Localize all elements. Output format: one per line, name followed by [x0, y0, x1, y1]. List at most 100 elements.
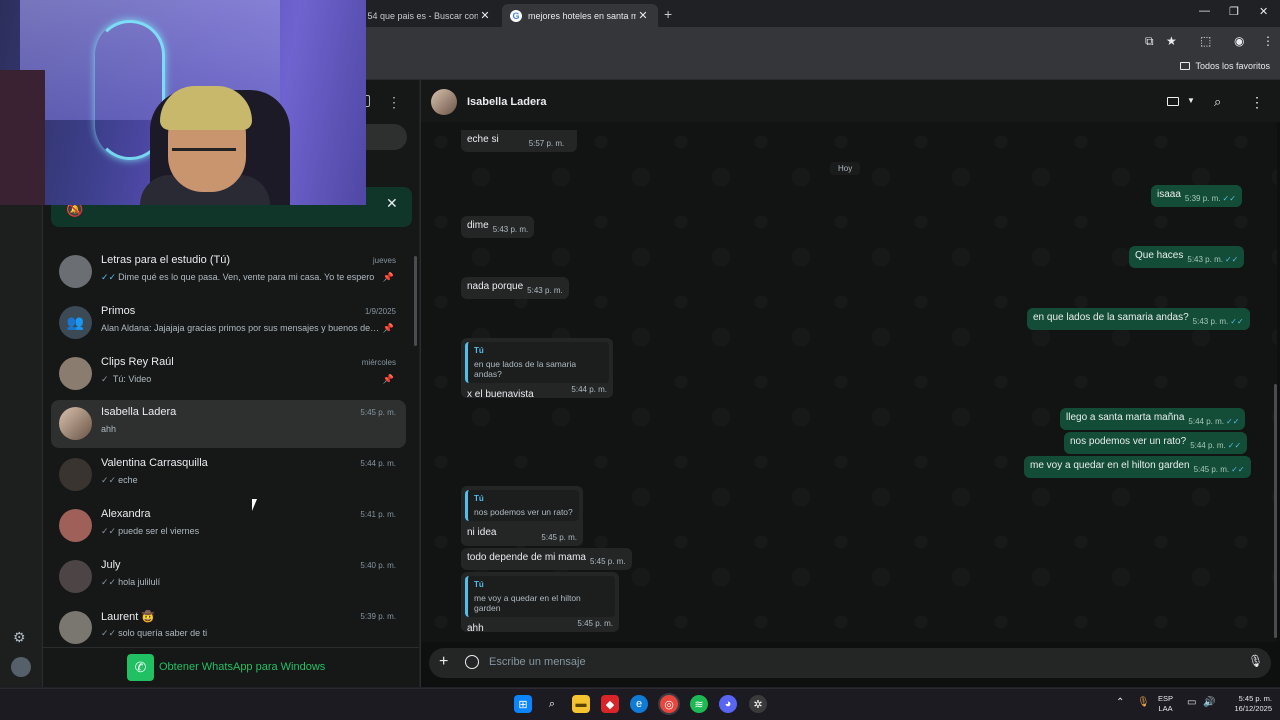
- message-time: 5:45 p. m.: [1193, 465, 1230, 474]
- settings-gear-icon[interactable]: ⚙: [13, 629, 26, 646]
- message-incoming[interactable]: dime 5:43 p. m.: [461, 216, 535, 238]
- whatsapp-logo-icon[interactable]: ✆: [127, 654, 154, 681]
- close-icon[interactable]: ✕: [636, 9, 650, 22]
- chat-name: Valentina Carrasquilla: [101, 457, 208, 469]
- microphone-tray-icon[interactable]: 🎙: [1137, 697, 1150, 708]
- preview-text: Dime qué es lo que pasa. Ven, vente para…: [118, 272, 375, 282]
- network-icon[interactable]: ▭: [1187, 697, 1196, 708]
- contact-name[interactable]: Isabella Ladera: [467, 96, 547, 108]
- read-ticks-icon: ✓✓: [1224, 255, 1239, 264]
- chat-name: Letras para el estudio (Tú): [101, 254, 231, 266]
- restore-icon[interactable]: ❐: [1229, 5, 1239, 18]
- message-outgoing[interactable]: isaaa 5:39 p. m. ✓✓: [1151, 185, 1242, 207]
- language-indicator[interactable]: ESP LAA: [1158, 694, 1173, 714]
- profile-avatar[interactable]: [11, 657, 31, 677]
- taskbar-search-icon[interactable]: ⌕: [543, 695, 561, 713]
- video-call-icon[interactable]: [1167, 97, 1179, 106]
- banner-close-icon[interactable]: ✕: [386, 195, 398, 212]
- message-input[interactable]: Escribe un mensaje: [489, 656, 586, 668]
- chat-row[interactable]: 👥 Primos 1/9/2025 Alan Aldana: Jajajaja …: [51, 299, 406, 347]
- chat-time: 5:44 p. m.: [360, 459, 396, 468]
- minimize-icon[interactable]: —: [1199, 5, 1210, 17]
- chat-list-scrollbar[interactable]: [414, 256, 417, 346]
- screen: mas 54 que pais es - Buscar con ✕ G mejo…: [0, 0, 1280, 720]
- spotify-icon[interactable]: ≋: [690, 695, 708, 713]
- get-whatsapp-link[interactable]: Obtener WhatsApp para Windows: [159, 661, 325, 673]
- read-ticks-icon: ✓✓: [1225, 417, 1240, 426]
- message-text: dime: [467, 220, 489, 231]
- chat-preview: ✓✓ puede ser el viernes: [101, 526, 381, 537]
- chat-preview: ahh: [101, 424, 117, 434]
- profile-icon[interactable]: ◉: [1234, 34, 1244, 48]
- folder-icon: [1180, 62, 1191, 70]
- message-text: todo depende de mi mama: [467, 552, 586, 563]
- chat-row[interactable]: Laurent 🤠 5:39 p. m. ✓✓ solo quería saber…: [51, 604, 406, 644]
- emoji-sticker-icon[interactable]: [465, 655, 479, 669]
- chat-row-selected[interactable]: Isabella Ladera 5:45 p. m. ahh: [51, 400, 406, 448]
- attach-plus-icon[interactable]: +: [439, 653, 448, 671]
- bookmark-star-icon[interactable]: ★: [1166, 34, 1177, 48]
- message-outgoing[interactable]: me voy a quedar en el hilton garden 5:45 …: [1024, 456, 1251, 478]
- tab-title: mas 54 que pais es - Buscar con: [348, 10, 478, 21]
- browser-menu-icon[interactable]: ⋮: [1262, 34, 1274, 48]
- mouse-cursor-icon: [252, 499, 257, 511]
- webcam-overlay: [0, 0, 366, 205]
- chevron-up-icon[interactable]: ⌃: [1116, 697, 1124, 708]
- chevron-down-icon[interactable]: ▼: [1187, 96, 1195, 105]
- install-app-icon[interactable]: ⧉: [1145, 34, 1154, 49]
- app-gear-icon[interactable]: ✲: [749, 695, 767, 713]
- message-outgoing[interactable]: llego a santa marta mañna 5:44 p. m. ✓✓: [1060, 408, 1246, 430]
- message-outgoing[interactable]: Que haces 5:43 p. m. ✓✓: [1129, 246, 1245, 268]
- chrome-browser-icon[interactable]: ◎: [660, 695, 678, 713]
- message-time: 5:57 p. m.: [528, 139, 565, 148]
- chat-row[interactable]: Alexandra 5:41 p. m. ✓✓ puede ser el vier…: [51, 502, 406, 550]
- preview-text: hola julilulí: [118, 577, 161, 587]
- google-icon: G: [510, 9, 522, 22]
- message-incoming[interactable]: eche si 5:57 p. m.: [461, 130, 577, 152]
- message-incoming-reply[interactable]: Tú me voy a quedar en el hilton garden a…: [461, 572, 619, 634]
- language-code: ESP: [1158, 694, 1174, 703]
- message-incoming-reply[interactable]: Tú en que lados de la samaria andas? x e…: [461, 338, 613, 400]
- conversation-menu-icon[interactable]: ⋮: [1250, 94, 1264, 111]
- quoted-message[interactable]: Tú nos podemos ver un rato?: [465, 490, 579, 521]
- file-explorer-icon[interactable]: ▬: [572, 695, 590, 713]
- conversation-header[interactable]: [421, 80, 1280, 122]
- message-text: Que haces: [1135, 250, 1184, 261]
- read-ticks-icon: ✓✓: [101, 526, 117, 536]
- app-red-icon[interactable]: ◆: [601, 695, 619, 713]
- chat-list-menu-icon[interactable]: ⋮: [387, 94, 401, 111]
- window-close-icon[interactable]: ✕: [1259, 5, 1268, 18]
- chat-preview: ✓✓ eche: [101, 475, 381, 486]
- taskbar-clock[interactable]: 5:45 p. m. 16/12/2025: [1222, 694, 1272, 714]
- avatar: [59, 407, 92, 440]
- browser-tab-hotels[interactable]: G mejores hoteles en santa marta ✕: [502, 4, 658, 27]
- windows-start-icon[interactable]: ⊞: [514, 695, 532, 713]
- chat-name: Primos: [101, 305, 136, 317]
- discord-icon[interactable]: ◕: [719, 695, 737, 713]
- quoted-message[interactable]: Tú en que lados de la samaria andas?: [465, 342, 609, 383]
- chat-row[interactable]: Letras para el estudio (Tú) jueves ✓✓ Dim…: [51, 248, 406, 296]
- chat-row[interactable]: Valentina Carrasquilla 5:44 p. m. ✓✓ eche: [51, 451, 406, 499]
- message-incoming[interactable]: todo depende de mi mama 5:45 p. m.: [461, 548, 632, 570]
- new-tab-button[interactable]: +: [664, 6, 672, 22]
- extensions-icon[interactable]: ⬚: [1200, 34, 1211, 48]
- message-outgoing[interactable]: en que lados de la samaria andas? 5:43 p.…: [1027, 308, 1250, 330]
- edge-browser-icon[interactable]: e: [630, 695, 648, 713]
- chat-preview: ✓✓ Dime qué es lo que pasa. Ven, vente pa…: [101, 272, 381, 283]
- volume-icon[interactable]: 🔊: [1203, 697, 1215, 708]
- message-incoming[interactable]: nada porque 5:43 p. m.: [461, 277, 569, 299]
- contact-avatar[interactable]: [431, 89, 457, 115]
- search-icon[interactable]: ⌕: [1214, 94, 1221, 110]
- message-time: 5:45 p. m.: [541, 533, 577, 542]
- close-icon[interactable]: ✕: [478, 9, 492, 22]
- chat-row[interactable]: July 5:40 p. m. ✓✓ hola julilulí: [51, 553, 406, 601]
- message-text: en que lados de la samaria andas?: [1033, 312, 1189, 323]
- microphone-icon[interactable]: 🎙: [1248, 654, 1263, 668]
- conversation-scrollbar[interactable]: [1274, 384, 1277, 638]
- quoted-message[interactable]: Tú me voy a quedar en el hilton garden: [465, 576, 615, 617]
- message-outgoing[interactable]: nos podemos ver un rato? 5:44 p. m. ✓✓: [1064, 432, 1248, 454]
- message-incoming-reply[interactable]: Tú nos podemos ver un rato? ni idea 5:45…: [461, 486, 583, 546]
- chat-row[interactable]: Clips Rey Raúl miércoles ✓ Tú: Video 📌: [51, 350, 406, 398]
- all-bookmarks-button[interactable]: Todos los favoritos: [1180, 61, 1270, 71]
- quoted-text: en que lados de la samaria andas?: [474, 359, 577, 379]
